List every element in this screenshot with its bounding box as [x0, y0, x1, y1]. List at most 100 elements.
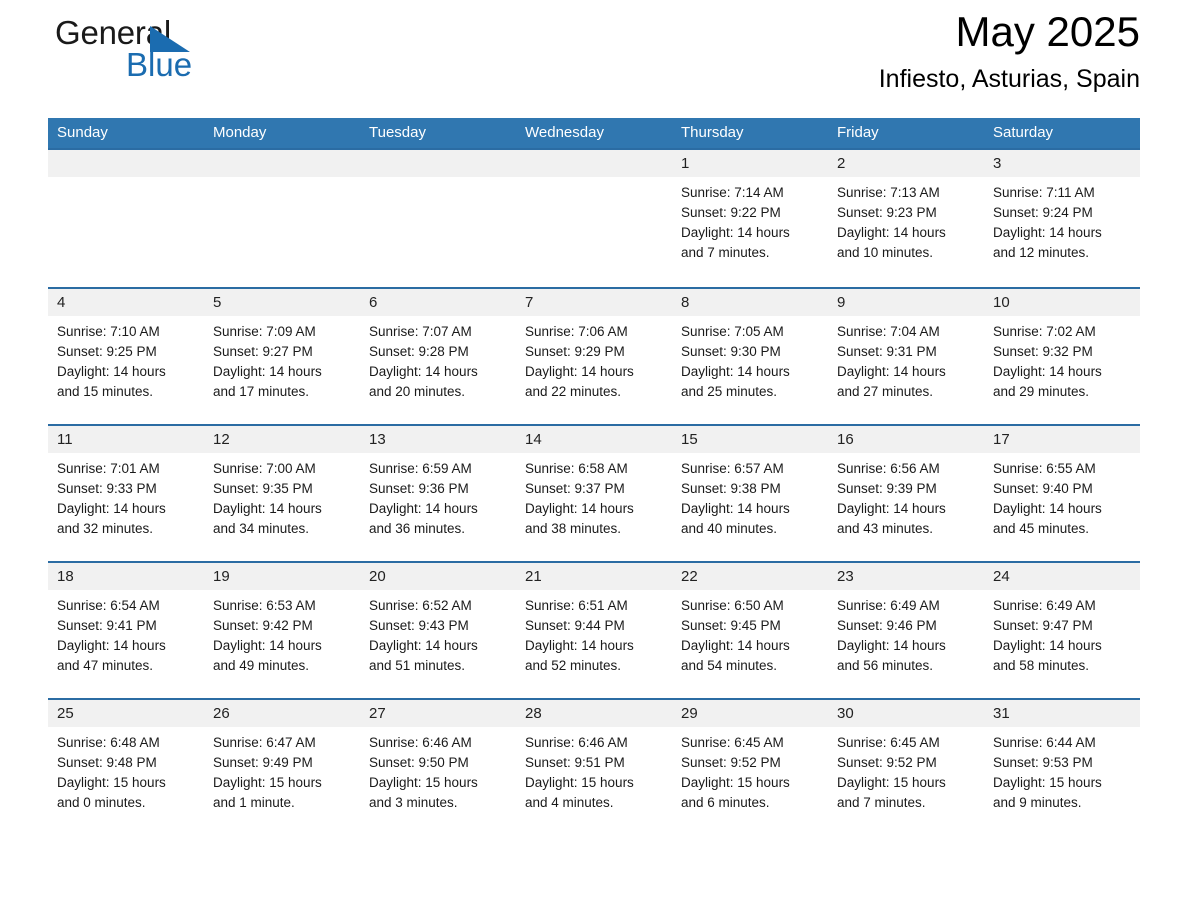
- day-cell: Sunrise: 6:50 AM Sunset: 9:45 PM Dayligh…: [672, 590, 828, 698]
- day-number: 10: [993, 294, 1010, 311]
- daylight-text-line1: Daylight: 14 hours: [681, 638, 790, 653]
- day-number: 2: [837, 155, 846, 172]
- week-day-number-row: 25 26 27 28 29 30 31: [48, 700, 1140, 727]
- sunrise-text: Sunrise: 7:00 AM: [213, 461, 316, 476]
- week-row: 18 19 20 21 22 23 24 Sunrise: 6:54 AM Su…: [48, 561, 1140, 698]
- daylight-text-line1: Daylight: 15 hours: [993, 775, 1102, 790]
- weekday-header-monday: Monday: [213, 124, 267, 141]
- week-day-number-row: 4 5 6 7 8 9 10: [48, 289, 1140, 316]
- sunrise-text: Sunrise: 6:48 AM: [57, 735, 160, 750]
- weekday-header-wednesday: Wednesday: [525, 124, 604, 141]
- day-number: 30: [837, 705, 854, 722]
- weekday-header-tuesday: Tuesday: [369, 124, 426, 141]
- day-cell: Sunrise: 6:46 AM Sunset: 9:50 PM Dayligh…: [360, 727, 516, 835]
- day-number: [516, 150, 672, 177]
- daylight-text-line1: Daylight: 14 hours: [525, 501, 634, 516]
- daylight-text-line2: and 56 minutes.: [837, 658, 934, 673]
- sunset-text: Sunset: 9:51 PM: [525, 755, 625, 770]
- sunrise-text: Sunrise: 6:53 AM: [213, 598, 316, 613]
- day-cell: Sunrise: 6:56 AM Sunset: 9:39 PM Dayligh…: [828, 453, 984, 561]
- day-cell: Sunrise: 7:10 AM Sunset: 9:25 PM Dayligh…: [48, 316, 204, 424]
- day-number: 14: [525, 431, 542, 448]
- sunset-text: Sunset: 9:35 PM: [213, 481, 313, 496]
- day-cell: Sunrise: 6:59 AM Sunset: 9:36 PM Dayligh…: [360, 453, 516, 561]
- sunrise-text: Sunrise: 7:10 AM: [57, 324, 160, 339]
- day-number: 29: [681, 705, 698, 722]
- sunset-text: Sunset: 9:49 PM: [213, 755, 313, 770]
- day-number: 6: [369, 294, 378, 311]
- daylight-text-line2: and 9 minutes.: [993, 795, 1082, 810]
- page-subtitle: Infiesto, Asturias, Spain: [878, 65, 1140, 93]
- daylight-text-line1: Daylight: 14 hours: [213, 364, 322, 379]
- page-title: May 2025: [955, 8, 1140, 55]
- week-day-number-row: 18 19 20 21 22 23 24: [48, 563, 1140, 590]
- daylight-text-line2: and 17 minutes.: [213, 384, 310, 399]
- sunrise-text: Sunrise: 6:46 AM: [525, 735, 628, 750]
- daylight-text-line2: and 54 minutes.: [681, 658, 778, 673]
- daylight-text-line1: Daylight: 14 hours: [993, 364, 1102, 379]
- day-cell: Sunrise: 7:06 AM Sunset: 9:29 PM Dayligh…: [516, 316, 672, 424]
- daylight-text-line2: and 43 minutes.: [837, 521, 934, 536]
- sunrise-text: Sunrise: 7:13 AM: [837, 185, 940, 200]
- day-cell: [48, 177, 204, 287]
- sunset-text: Sunset: 9:44 PM: [525, 618, 625, 633]
- daylight-text-line1: Daylight: 14 hours: [57, 364, 166, 379]
- daylight-text-line1: Daylight: 14 hours: [57, 638, 166, 653]
- day-number: 1: [681, 155, 690, 172]
- weekday-header-sunday: Sunday: [57, 124, 108, 141]
- day-cell: Sunrise: 6:58 AM Sunset: 9:37 PM Dayligh…: [516, 453, 672, 561]
- sunrise-text: Sunrise: 6:49 AM: [837, 598, 940, 613]
- daylight-text-line1: Daylight: 15 hours: [369, 775, 478, 790]
- day-cell: Sunrise: 6:44 AM Sunset: 9:53 PM Dayligh…: [984, 727, 1140, 835]
- week-row: 1 2 3 Sunrise: 7:14 AM Sunset: 9:22 PM D…: [48, 148, 1140, 287]
- daylight-text-line1: Daylight: 14 hours: [369, 501, 478, 516]
- sunrise-text: Sunrise: 7:05 AM: [681, 324, 784, 339]
- sunset-text: Sunset: 9:43 PM: [369, 618, 469, 633]
- sunset-text: Sunset: 9:41 PM: [57, 618, 157, 633]
- day-cell: Sunrise: 6:45 AM Sunset: 9:52 PM Dayligh…: [672, 727, 828, 835]
- daylight-text-line1: Daylight: 15 hours: [213, 775, 322, 790]
- sunset-text: Sunset: 9:37 PM: [525, 481, 625, 496]
- day-number: 25: [57, 705, 74, 722]
- general-blue-logo: General Blue: [48, 12, 198, 84]
- sunrise-text: Sunrise: 7:01 AM: [57, 461, 160, 476]
- sunrise-text: Sunrise: 7:11 AM: [993, 185, 1095, 200]
- daylight-text-line1: Daylight: 14 hours: [993, 501, 1102, 516]
- week-day-number-row: 1 2 3: [48, 150, 1140, 177]
- day-cell: Sunrise: 6:52 AM Sunset: 9:43 PM Dayligh…: [360, 590, 516, 698]
- day-number: 19: [213, 568, 230, 585]
- day-number: 13: [369, 431, 386, 448]
- week-day-number-row: 11 12 13 14 15 16 17: [48, 426, 1140, 453]
- sunset-text: Sunset: 9:23 PM: [837, 205, 937, 220]
- daylight-text-line2: and 36 minutes.: [369, 521, 466, 536]
- daylight-text-line1: Daylight: 14 hours: [525, 364, 634, 379]
- day-cell: Sunrise: 6:49 AM Sunset: 9:46 PM Dayligh…: [828, 590, 984, 698]
- day-number: 27: [369, 705, 386, 722]
- daylight-text-line1: Daylight: 14 hours: [993, 638, 1102, 653]
- day-number: 12: [213, 431, 230, 448]
- sunrise-text: Sunrise: 7:04 AM: [837, 324, 940, 339]
- sunrise-text: Sunrise: 6:50 AM: [681, 598, 784, 613]
- daylight-text-line2: and 29 minutes.: [993, 384, 1090, 399]
- daylight-text-line2: and 58 minutes.: [993, 658, 1090, 673]
- sunset-text: Sunset: 9:39 PM: [837, 481, 937, 496]
- sunrise-text: Sunrise: 7:14 AM: [681, 185, 784, 200]
- weekday-header-friday: Friday: [837, 124, 879, 141]
- sunset-text: Sunset: 9:27 PM: [213, 344, 313, 359]
- sunrise-text: Sunrise: 6:46 AM: [369, 735, 472, 750]
- day-cell: [204, 177, 360, 287]
- daylight-text-line1: Daylight: 14 hours: [993, 225, 1102, 240]
- daylight-text-line2: and 49 minutes.: [213, 658, 310, 673]
- sunrise-text: Sunrise: 7:07 AM: [369, 324, 472, 339]
- daylight-text-line2: and 32 minutes.: [57, 521, 154, 536]
- day-number: 15: [681, 431, 698, 448]
- daylight-text-line2: and 34 minutes.: [213, 521, 310, 536]
- sunrise-text: Sunrise: 7:02 AM: [993, 324, 1096, 339]
- daylight-text-line2: and 4 minutes.: [525, 795, 614, 810]
- day-cell: Sunrise: 7:13 AM Sunset: 9:23 PM Dayligh…: [828, 177, 984, 287]
- day-number: 17: [993, 431, 1010, 448]
- daylight-text-line1: Daylight: 15 hours: [525, 775, 634, 790]
- sunrise-text: Sunrise: 6:52 AM: [369, 598, 472, 613]
- week-row: 11 12 13 14 15 16 17 Sunrise: 7:01 AM Su…: [48, 424, 1140, 561]
- calendar-page: General Blue May 2025 Infiesto, Asturias…: [0, 0, 1188, 918]
